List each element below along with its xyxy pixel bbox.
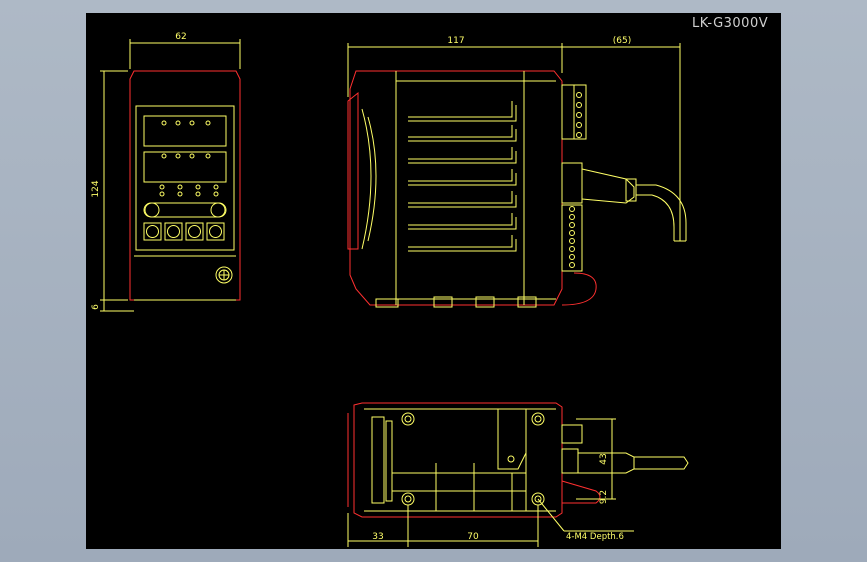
dim-side-length: 117 <box>447 36 464 46</box>
dim-cable-length: (65) <box>613 36 631 46</box>
dim-front-base: 6 <box>91 304 101 310</box>
drawing-canvas: LK-G3000V 62 124 6 117 (65) 33 70 43 9.2… <box>86 13 781 549</box>
bottom-view <box>347 402 689 518</box>
side-view <box>347 70 687 308</box>
front-view <box>129 70 241 301</box>
cad-drawing: LK-G3000V 62 124 6 117 (65) 33 70 43 9.2… <box>91 16 768 547</box>
dim-bottom-mid: 70 <box>467 532 479 542</box>
side-dimension-lines <box>347 43 681 241</box>
front-dimension-lines <box>100 39 241 312</box>
mount-hole-note: 4-M4 Depth.6 <box>566 532 624 542</box>
dim-right-offset: 9.2 <box>599 490 609 504</box>
dim-right-height: 43 <box>599 453 609 464</box>
dim-bottom-left: 33 <box>372 532 383 542</box>
drawing-title: LK-G3000V <box>692 16 768 31</box>
dim-front-width: 62 <box>175 32 186 42</box>
dim-front-height: 124 <box>91 180 101 197</box>
bottom-dimension-lines <box>347 418 634 547</box>
